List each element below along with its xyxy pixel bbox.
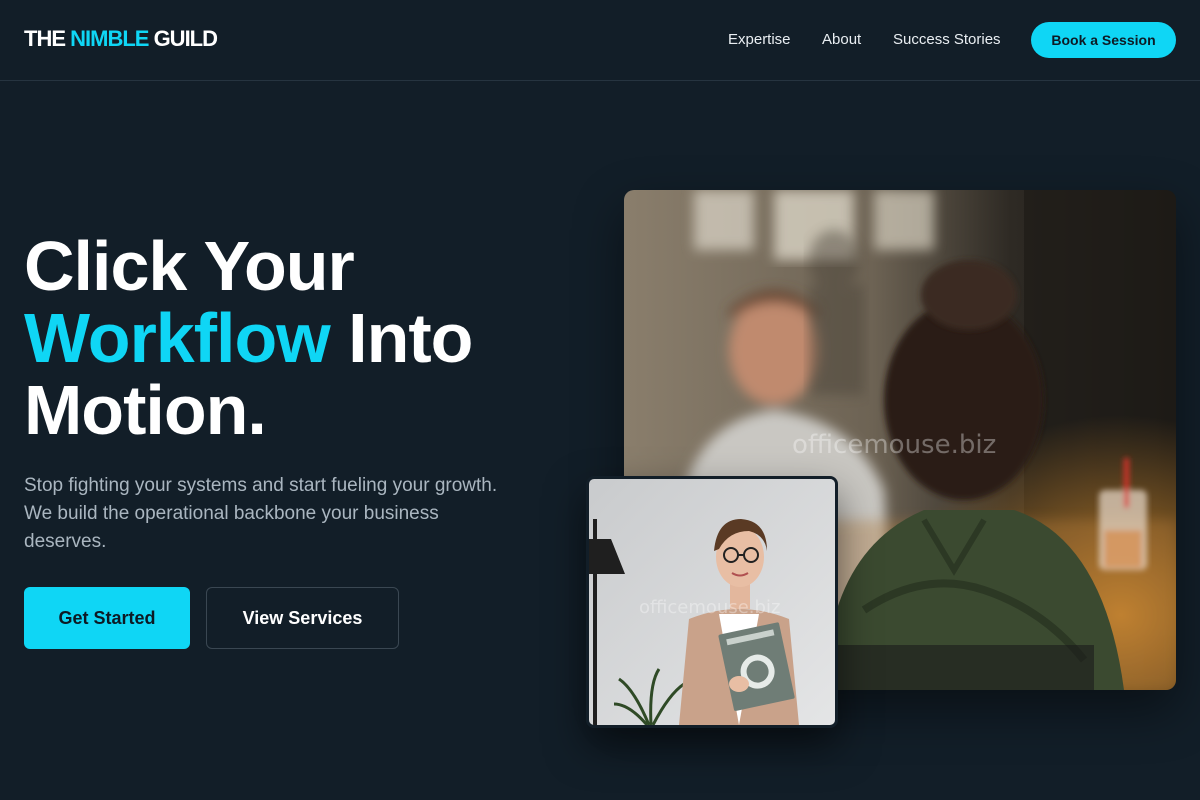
headline-line-1: Click Your	[24, 227, 355, 305]
logo-text-the: THE	[24, 26, 71, 51]
hero-headline: Click Your Workflow Into Motion.	[24, 230, 564, 446]
get-started-button[interactable]: Get Started	[24, 587, 190, 649]
headline-line-3: Motion.	[24, 371, 267, 449]
top-navigation: THE NIMBLE GUILD Expertise About Success…	[0, 0, 1200, 81]
nav-link-success-stories[interactable]: Success Stories	[893, 31, 1001, 48]
view-services-button[interactable]: View Services	[206, 587, 399, 649]
main-photo-watermark: officemouse.biz	[792, 430, 997, 460]
landing-page: THE NIMBLE GUILD Expertise About Success…	[0, 0, 1200, 800]
hero-subtext: Stop fighting your systems and start fue…	[24, 475, 498, 552]
logo-text-nimble: NIMBLE	[70, 26, 149, 51]
headline-accent-word: Workflow	[24, 299, 331, 377]
nav-link-expertise[interactable]: Expertise	[728, 31, 791, 48]
book-session-button[interactable]: Book a Session	[1031, 22, 1176, 58]
small-photo-watermark: officemouse.biz	[639, 597, 781, 618]
nav-link-about[interactable]: About	[822, 31, 861, 48]
consultant-photo: officemouse.biz	[586, 476, 838, 728]
logo-text-guild: GUILD	[148, 26, 218, 51]
headline-line-2-rest: Into	[329, 299, 473, 377]
site-logo[interactable]: THE NIMBLE GUILD	[24, 26, 218, 52]
